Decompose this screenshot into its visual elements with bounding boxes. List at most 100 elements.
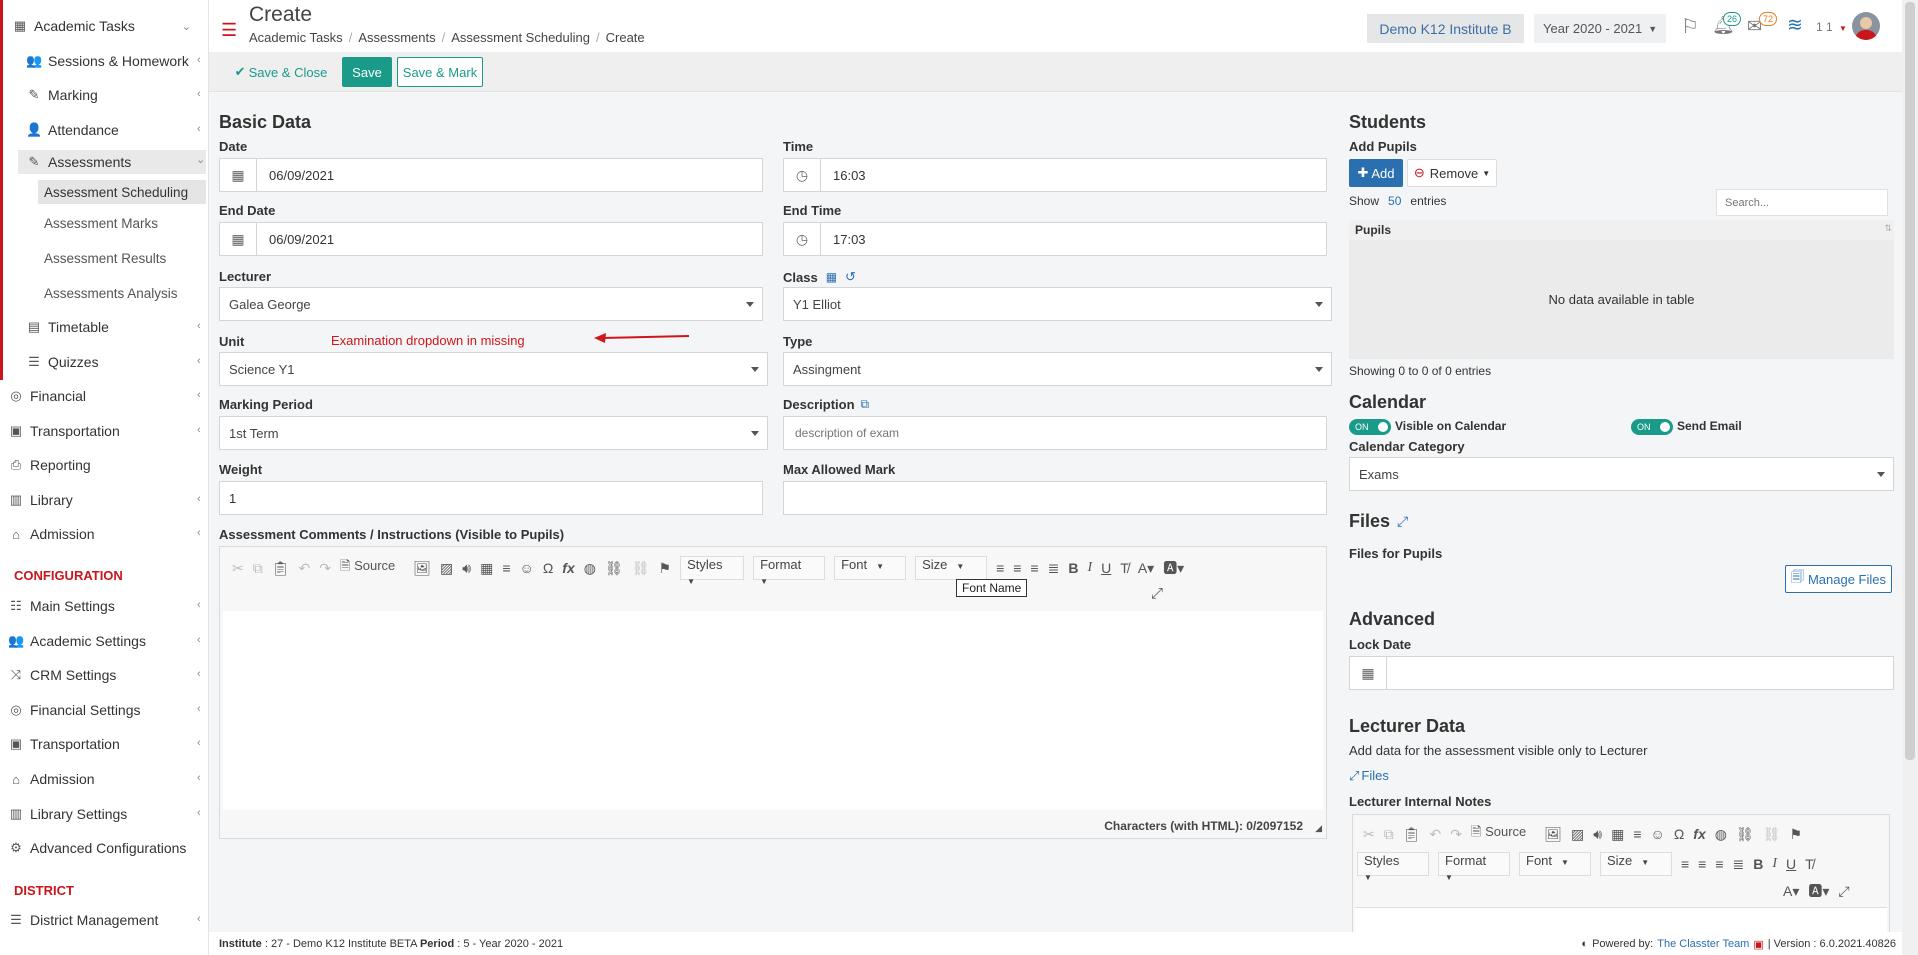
clear-format-icon[interactable]: T̸ bbox=[1805, 856, 1814, 872]
weight-input[interactable]: 1 bbox=[219, 481, 763, 515]
sidebar-item-main-settings[interactable]: ☷ Main Settings bbox=[8, 591, 115, 621]
flag-icon[interactable]: ⚑ bbox=[659, 560, 672, 577]
align-left-icon[interactable]: ≡ bbox=[996, 560, 1004, 576]
save-button[interactable]: Save bbox=[342, 57, 392, 87]
image2-icon[interactable]: ▨ bbox=[440, 560, 453, 577]
sidebar-item-academic-tasks[interactable]: ▦ Academic Tasks ⌄ bbox=[12, 11, 191, 41]
undo-icon[interactable]: ↶ bbox=[1430, 826, 1442, 843]
sidebar-item-advanced-configurations[interactable]: ⚙ Advanced Configurations bbox=[8, 833, 186, 863]
sidebar-item-library-settings[interactable]: ▥ Library Settings bbox=[8, 799, 127, 829]
send-email-toggle[interactable]: ON bbox=[1631, 419, 1673, 435]
layers-icon[interactable]: ≋ bbox=[1787, 14, 1803, 37]
sidebar-item-financial-settings[interactable]: ◎ Financial Settings bbox=[8, 695, 140, 725]
styles-combo[interactable]: Styles▼ bbox=[1357, 852, 1429, 882]
flag-icon[interactable]: ⚐ bbox=[1681, 14, 1699, 39]
hamburger-menu-icon[interactable]: ☰ bbox=[221, 20, 237, 41]
underline-icon[interactable]: U bbox=[1101, 560, 1111, 576]
format-combo[interactable]: Format▼ bbox=[753, 556, 826, 586]
end-date-field[interactable]: ▦ 06/09/2021 bbox=[219, 222, 763, 256]
sidebar-item-admission-settings[interactable]: ⌂ Admission bbox=[8, 764, 95, 794]
redo-icon[interactable]: ↷ bbox=[1450, 826, 1462, 843]
sidebar-sub-assessment-marks[interactable]: Assessment Marks bbox=[44, 208, 158, 238]
user-short[interactable]: 1 1 bbox=[1816, 20, 1833, 34]
justify-icon[interactable]: ≣ bbox=[1733, 856, 1745, 873]
institute-selector[interactable]: Demo K12 Institute B bbox=[1367, 14, 1524, 43]
manage-files-button[interactable]: 🗐 Manage Files bbox=[1785, 565, 1892, 593]
calendar-icon[interactable]: ▦ bbox=[1350, 657, 1387, 689]
sidebar-item-crm-settings[interactable]: ⤨ CRM Settings bbox=[8, 660, 117, 690]
copy-icon[interactable]: ⧉ bbox=[1384, 826, 1394, 843]
sidebar-sub-assessments-analysis[interactable]: Assessments Analysis bbox=[44, 278, 178, 308]
table-icon[interactable]: ▦ bbox=[1611, 826, 1624, 843]
page-scrollbar[interactable] bbox=[1902, 0, 1918, 955]
unit-select[interactable]: Science Y1 bbox=[219, 352, 768, 386]
calendar-icon[interactable]: ▦ bbox=[220, 223, 257, 255]
text-color-icon[interactable]: A▾ bbox=[1783, 883, 1799, 900]
paste-icon[interactable]: 📋︎ bbox=[272, 560, 290, 577]
lock-date-field[interactable]: ▦ bbox=[1349, 656, 1894, 690]
redo-icon[interactable]: ↷ bbox=[319, 560, 331, 577]
type-select[interactable]: Assingment bbox=[783, 352, 1332, 386]
font-combo[interactable]: Font ▼ bbox=[1519, 852, 1591, 876]
underline-icon[interactable]: U bbox=[1786, 856, 1796, 872]
source-button[interactable]: 🗎 Source bbox=[1471, 823, 1535, 845]
lecturer-files-link[interactable]: ⤢ Files bbox=[1349, 768, 1389, 784]
globe-icon[interactable]: ◍ bbox=[1715, 826, 1727, 843]
undo-icon[interactable]: ↶ bbox=[299, 560, 311, 577]
align-right-icon[interactable]: ≡ bbox=[1715, 856, 1723, 872]
sidebar-item-sessions[interactable]: 👥 Sessions & Homework bbox=[26, 46, 189, 76]
italic-icon[interactable]: I bbox=[1087, 560, 1092, 576]
sidebar-item-attendance[interactable]: 👤 Attendance bbox=[26, 115, 119, 145]
save-close-button[interactable]: ✔ Save & Close bbox=[233, 57, 329, 87]
formula-icon[interactable]: fx bbox=[562, 560, 574, 576]
unlink-icon[interactable]: ⛓ bbox=[632, 560, 650, 577]
text-color-icon[interactable]: A▾ bbox=[1138, 560, 1154, 577]
size-combo[interactable]: Size ▼ bbox=[915, 556, 988, 580]
smiley-icon[interactable]: ☺ bbox=[520, 560, 534, 576]
sidebar-item-assessments[interactable]: ✎ Assessments bbox=[26, 147, 132, 177]
cut-icon[interactable]: ✂ bbox=[1363, 826, 1375, 843]
resize-handle-icon[interactable]: ◢ bbox=[1315, 823, 1322, 834]
formula-icon[interactable]: fx bbox=[1693, 826, 1705, 842]
align-center-icon[interactable]: ≡ bbox=[1013, 560, 1021, 576]
styles-combo[interactable]: Styles▼ bbox=[680, 556, 745, 586]
omega-icon[interactable]: Ω bbox=[1674, 826, 1684, 842]
calendar-category-select[interactable]: Exams bbox=[1349, 457, 1894, 491]
copy-icon[interactable]: ⧉ bbox=[253, 560, 263, 577]
format-combo[interactable]: Format▼ bbox=[1438, 852, 1510, 882]
comments-editor-body[interactable] bbox=[223, 611, 1323, 810]
clear-format-icon[interactable]: T̸ bbox=[1120, 560, 1129, 576]
hr-icon[interactable]: ≡ bbox=[502, 560, 510, 576]
sidebar-item-financial[interactable]: ◎ Financial bbox=[8, 381, 86, 411]
sidebar-item-marking[interactable]: ✎ Marking bbox=[26, 80, 98, 110]
add-pupil-button[interactable]: ✚ Add bbox=[1349, 159, 1403, 187]
omega-icon[interactable]: Ω bbox=[543, 560, 553, 576]
globe-icon[interactable]: ◍ bbox=[584, 560, 596, 577]
visible-on-calendar-toggle[interactable]: ON bbox=[1349, 419, 1391, 435]
breadcrumb-assessment-scheduling[interactable]: Assessment Scheduling bbox=[451, 30, 590, 45]
sidebar-item-library[interactable]: ▥ Library bbox=[8, 485, 73, 515]
justify-icon[interactable]: ≣ bbox=[1048, 560, 1060, 577]
clock-icon[interactable]: ◷ bbox=[784, 159, 821, 191]
hr-icon[interactable]: ≡ bbox=[1633, 826, 1641, 842]
description-input[interactable] bbox=[783, 416, 1327, 450]
breadcrumb-assessments[interactable]: Assessments bbox=[358, 30, 435, 45]
classter-team-link[interactable]: The Classter Team bbox=[1657, 938, 1749, 951]
date-field[interactable]: ▦ 06/09/2021 bbox=[219, 158, 763, 192]
bold-icon[interactable]: B bbox=[1068, 560, 1078, 576]
end-time-field[interactable]: ◷ 17:03 bbox=[783, 222, 1327, 256]
lecturer-select[interactable]: Galea George bbox=[219, 287, 763, 321]
audio-icon[interactable]: 🔊︎ bbox=[1593, 826, 1602, 843]
sidebar-item-transportation-settings[interactable]: ▣ Transportation bbox=[8, 729, 120, 759]
year-selector[interactable]: Year 2020 - 2021 ▼ bbox=[1534, 14, 1666, 43]
image-icon[interactable]: 🖼︎ bbox=[1544, 826, 1562, 843]
paste-icon[interactable]: 📋︎ bbox=[1403, 826, 1421, 843]
sidebar-item-district-management[interactable]: ☰ District Management bbox=[8, 905, 158, 935]
pupils-column-header[interactable]: Pupils bbox=[1355, 223, 1391, 237]
italic-icon[interactable]: I bbox=[1772, 856, 1777, 872]
calendar-icon[interactable]: ▦ bbox=[826, 270, 837, 284]
align-left-icon[interactable]: ≡ bbox=[1681, 856, 1689, 872]
bg-color-icon[interactable]: 🅰▾ bbox=[1163, 558, 1184, 578]
sidebar-item-academic-settings[interactable]: 👥 Academic Settings bbox=[8, 626, 146, 656]
link-icon[interactable]: ⛓ bbox=[1736, 826, 1754, 843]
